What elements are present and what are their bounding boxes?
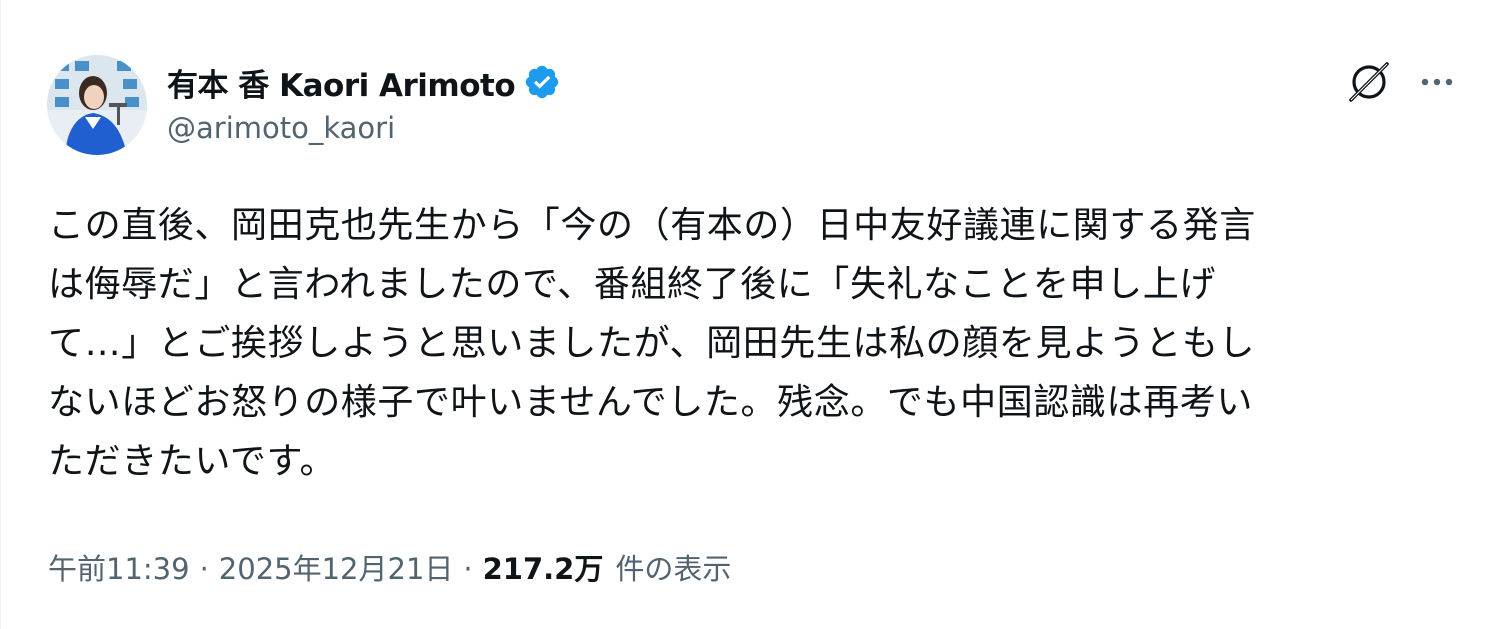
tweet-card: 有本 香 Kaori Arimoto @arimoto_kaori この直後、岡…	[0, 0, 1494, 629]
tweet-meta: 午前11:39 · 2025年12月21日 · 217.2万 件の表示	[48, 546, 731, 588]
author-name-row[interactable]: 有本 香 Kaori Arimoto	[167, 58, 561, 106]
views-count[interactable]: 217.2万	[483, 546, 604, 588]
more-options-icon[interactable]	[1415, 62, 1459, 102]
verified-badge-icon[interactable]	[523, 63, 561, 101]
tweet-text: この直後、岡田克也先生から「今の（有本の）日中友好議連に関する発言 は侮辱だ」と…	[48, 196, 1458, 491]
tweet-time[interactable]: 午前11:39	[48, 546, 190, 588]
tweet-date[interactable]: 2025年12月21日	[219, 546, 454, 588]
views-label[interactable]: 件の表示	[615, 546, 731, 588]
author-handle[interactable]: @arimoto_kaori	[167, 111, 395, 145]
meta-separator: ·	[463, 552, 473, 586]
tweet-text-line: この直後、岡田克也先生から「今の（有本の）日中友好議連に関する発言	[48, 205, 1256, 246]
tweet-text-line: は侮辱だ」と言われましたので、番組終了後に「失礼なことを申し上げ	[48, 264, 1216, 305]
meta-separator: ·	[199, 552, 209, 586]
avatar[interactable]	[47, 55, 147, 155]
grok-icon[interactable]	[1345, 58, 1393, 106]
display-name[interactable]: 有本 香 Kaori Arimoto	[167, 60, 516, 105]
tweet-text-line: て…」とご挨拶しようと思いましたが、岡田先生は私の顔を見ようともし	[48, 323, 1256, 364]
tweet-text-line: ただきたいです。	[48, 441, 337, 482]
avatar-photo	[47, 55, 147, 155]
tweet-text-line: ないほどお怒りの様子で叶いませんでした。残念。でも中国認識は再考い	[48, 382, 1253, 423]
